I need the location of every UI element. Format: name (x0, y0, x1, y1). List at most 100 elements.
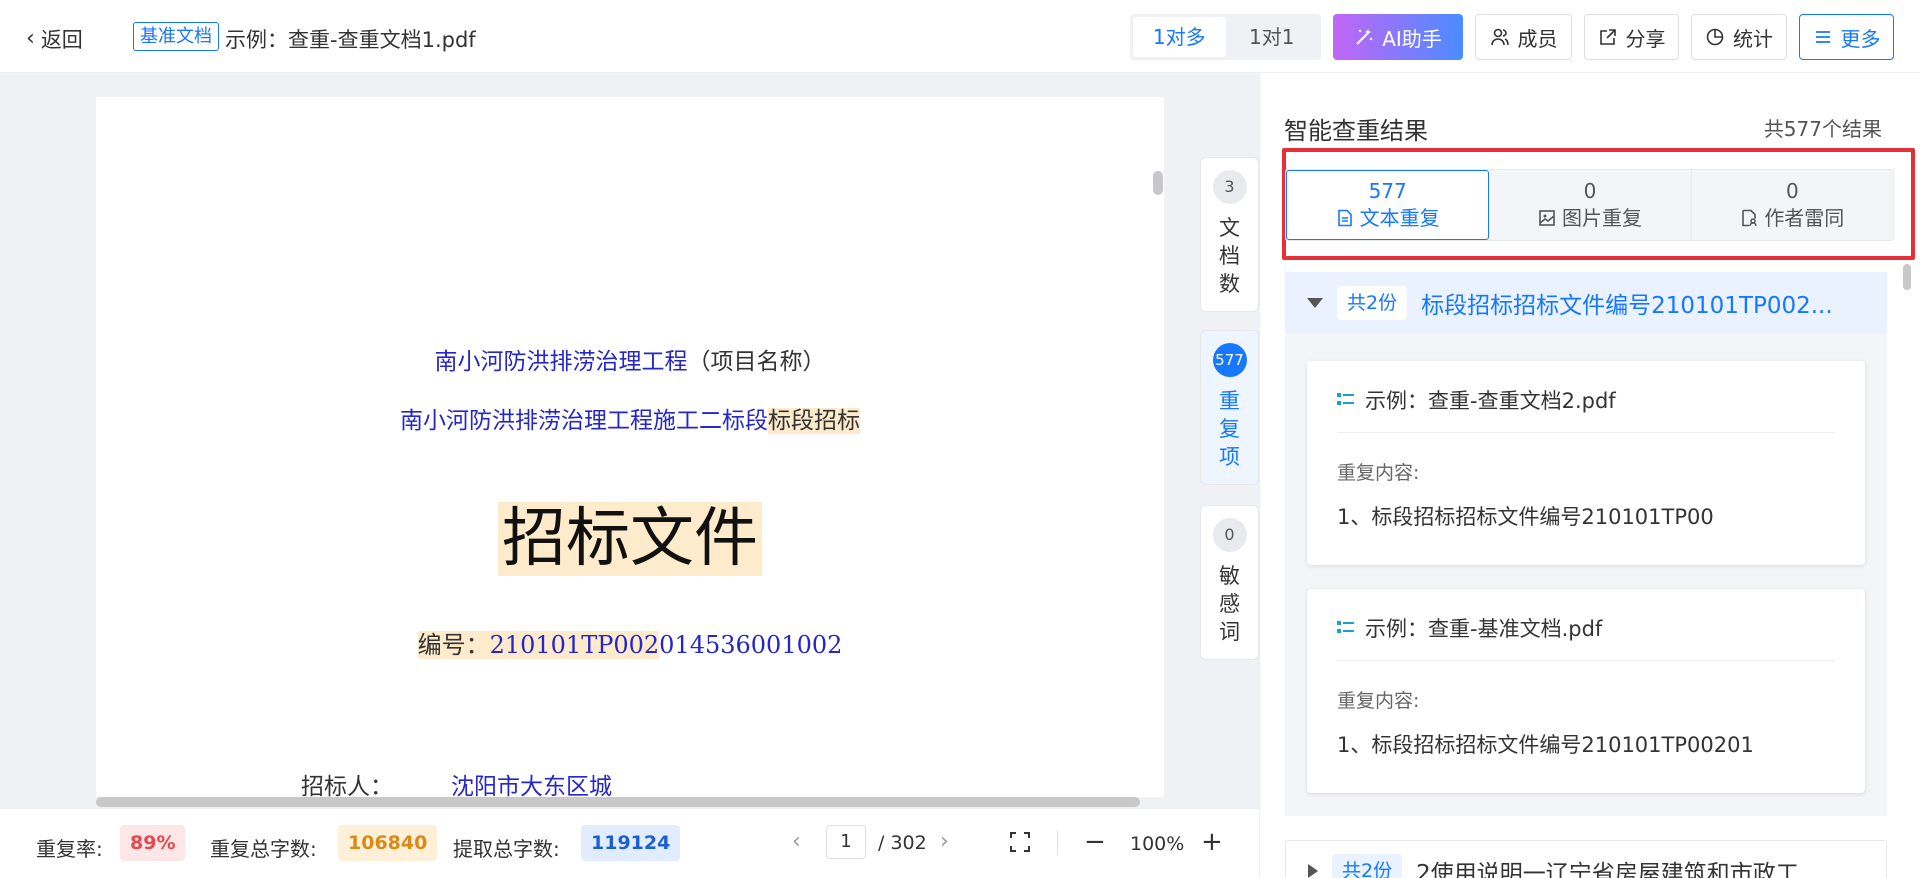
card-divider (1337, 660, 1835, 661)
result-card[interactable]: 示例：查重-基准文档.pdf 重复内容: 1、标段招标招标文件编号210101T… (1307, 589, 1865, 793)
document-code-line: 编号：210101TP002014536001002 (96, 625, 1164, 660)
side-tab-documents[interactable]: 3 文档数 (1200, 157, 1259, 312)
statistics-label: 统计 (1733, 26, 1773, 51)
card-content-text[interactable]: 1、标段招标招标文件编号210101TP00 (1337, 501, 1714, 531)
tab-author-similarity[interactable]: 0 作者雷同 (1692, 170, 1893, 240)
back-label: 返回 (40, 28, 83, 52)
extract-words-badge: 119124 (581, 825, 681, 861)
extract-words-label: 提取总字数: (453, 837, 560, 861)
project-name: 南小河防洪排涝治理工程 (434, 349, 688, 375)
author-similarity-count: 0 (1785, 179, 1799, 203)
result-type-tabs: 577 文本重复 0 图片重复 0 作者雷同 (1285, 169, 1894, 241)
card-content-text[interactable]: 1、标段招标招标文件编号210101TP00201 (1337, 729, 1754, 759)
section-text: 南小河防洪排涝治理工程施工二标段 (400, 408, 768, 434)
chevron-left-icon: ‹ (26, 26, 35, 51)
members-label: 成员 (1517, 26, 1558, 51)
base-document-tag: 基准文档 (133, 22, 219, 51)
duplicate-highlight-title[interactable]: 招标文件 (498, 502, 762, 576)
duplicates-count: 577 (1212, 343, 1247, 377)
card-file-name[interactable]: 示例：查重-查重文档2.pdf (1337, 385, 1616, 415)
magic-wand-icon (1356, 29, 1373, 45)
card-content-label: 重复内容: (1337, 462, 1420, 484)
result-group-header[interactable]: 共2份 标段招标招标文件编号210101TP002... (1285, 272, 1887, 334)
documents-count: 3 (1212, 170, 1247, 204)
dup-words-badge: 106840 (338, 825, 438, 861)
list-icon (1337, 393, 1354, 405)
more-label: 更多 (1840, 26, 1881, 51)
tenderer-value: 沈阳市大东区城 (451, 774, 612, 797)
page-horizontal-scrollbar[interactable] (96, 797, 1140, 807)
group-title[interactable]: 标段招标招标文件编号210101TP002... (1421, 286, 1833, 320)
card-file-label: 示例：查重-基准文档.pdf (1365, 617, 1603, 641)
side-tab-sensitive-words[interactable]: 0 敏感词 (1200, 505, 1259, 660)
zoom-level: 100% (1130, 833, 1185, 855)
card-divider (1337, 432, 1835, 433)
code-highlight[interactable]: 210101TP002 (489, 631, 660, 659)
mode-one-to-one[interactable]: 1对1 (1226, 17, 1319, 57)
document-heading: 招标文件 (96, 487, 1164, 579)
group-title[interactable]: 2使用说明一辽宁省房屋建筑和市政工 (1416, 854, 1799, 878)
card-content-label: 重复内容: (1337, 690, 1420, 712)
card-file-label: 示例：查重-查重文档2.pdf (1365, 389, 1616, 413)
page-vertical-scrollbar[interactable] (1153, 171, 1163, 195)
document-viewer[interactable]: 南小河防洪排涝治理工程（项目名称） 南小河防洪排涝治理工程施工二标段标段招标 招… (0, 73, 1259, 808)
share-label: 分享 (1625, 26, 1666, 51)
tab-image-duplicate[interactable]: 0 图片重复 (1489, 170, 1692, 240)
document-title: 示例：查重-查重文档1.pdf (225, 28, 476, 52)
pie-chart-icon (1706, 28, 1724, 46)
mode-one-to-many[interactable]: 1对多 (1133, 17, 1226, 57)
section-line: 南小河防洪排涝治理工程施工二标段标段招标 (96, 401, 1164, 435)
status-bar: 重复率: 89% 重复总字数: 106840 提取总字数: 119124 ‹ 1… (0, 808, 1259, 878)
next-page-icon[interactable]: › (940, 829, 949, 854)
toolbar-divider (1057, 831, 1058, 855)
code-label[interactable]: 编号： (417, 631, 490, 659)
image-icon (1539, 210, 1555, 226)
card-file-name[interactable]: 示例：查重-基准文档.pdf (1337, 613, 1602, 643)
side-tab-duplicates[interactable]: 577 重复项 (1200, 330, 1259, 485)
members-button[interactable]: 成员 (1475, 14, 1572, 60)
more-button[interactable]: 更多 (1799, 14, 1894, 60)
image-duplicate-count: 0 (1583, 179, 1597, 203)
ai-assistant-label: AI助手 (1382, 26, 1442, 51)
compare-mode-switch: 1对多 1对1 (1130, 14, 1321, 60)
zoom-in-icon[interactable]: + (1201, 827, 1223, 857)
share-button[interactable]: 分享 (1584, 14, 1679, 60)
document-page[interactable]: 南小河防洪排涝治理工程（项目名称） 南小河防洪排涝治理工程施工二标段标段招标 招… (96, 97, 1164, 797)
zoom-out-icon[interactable]: − (1084, 827, 1106, 857)
dup-rate-badge: 89% (120, 825, 186, 861)
caret-right-icon[interactable] (1308, 864, 1318, 878)
image-duplicate-label: 图片重复 (1561, 206, 1642, 230)
dup-rate-label: 重复率: (36, 837, 103, 861)
prev-page-icon[interactable]: ‹ (792, 829, 801, 854)
duplicate-highlight[interactable]: 标段招标 (768, 408, 860, 434)
sensitive-words-count: 0 (1212, 518, 1247, 552)
duplicates-label: 重复项 (1219, 389, 1240, 469)
code-rest: 014536001002 (659, 631, 843, 659)
top-bar: ‹ 返回 基准文档 示例：查重-查重文档1.pdf 1对多 1对1 AI助手 成… (0, 0, 1920, 73)
back-button[interactable]: ‹ 返回 (26, 24, 83, 54)
fullscreen-icon[interactable] (1009, 831, 1031, 853)
list-icon (1337, 621, 1354, 633)
ai-assistant-button[interactable]: AI助手 (1333, 14, 1463, 60)
tenderer-label: 招标人： (301, 774, 393, 797)
text-duplicate-label: 文本重复 (1359, 206, 1440, 230)
statistics-button[interactable]: 统计 (1691, 14, 1787, 60)
page-total: / 302 (878, 832, 927, 854)
result-card[interactable]: 示例：查重-查重文档2.pdf 重复内容: 1、标段招标招标文件编号210101… (1307, 361, 1865, 565)
caret-down-icon[interactable] (1307, 298, 1323, 308)
text-duplicate-count: 577 (1368, 179, 1407, 203)
author-file-icon (1742, 209, 1758, 227)
results-scrollbar[interactable] (1903, 264, 1911, 290)
result-group-header-collapsed[interactable]: 共2份 2使用说明一辽宁省房屋建筑和市政工 (1285, 840, 1887, 878)
results-title: 智能查重结果 (1284, 117, 1428, 145)
project-name-suffix: （项目名称） (687, 349, 826, 375)
author-similarity-label: 作者雷同 (1764, 206, 1845, 230)
menu-icon (1815, 31, 1830, 43)
sensitive-words-label: 敏感词 (1219, 564, 1240, 644)
external-link-icon (1599, 29, 1616, 45)
tab-text-duplicate[interactable]: 577 文本重复 (1286, 170, 1490, 240)
group-count-pill: 共2份 (1337, 286, 1408, 320)
page-number-input[interactable]: 1 (826, 825, 866, 859)
results-total: 共577个结果 (1763, 117, 1882, 141)
document-icon (1337, 209, 1352, 227)
